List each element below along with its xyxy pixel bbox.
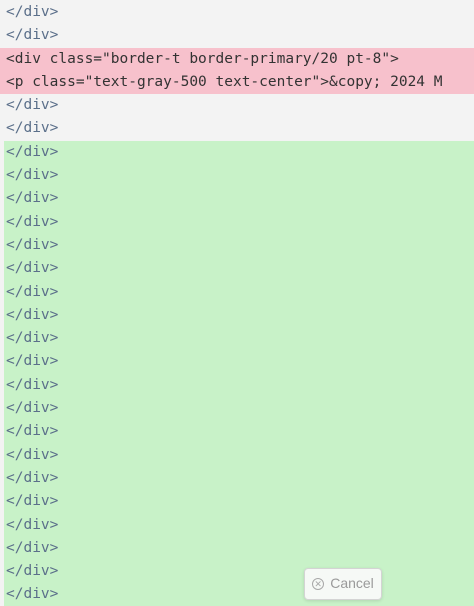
added-line: </div>	[4, 373, 474, 398]
close-circle-icon: ✕	[312, 578, 325, 590]
added-line: </div>	[4, 466, 474, 491]
context-line: </div>	[6, 4, 59, 20]
added-line: </div>	[4, 536, 474, 561]
context-line: </div>	[6, 27, 59, 44]
cancel-button[interactable]: ✕ Cancel	[304, 568, 382, 600]
added-line: </div>	[4, 280, 474, 304]
diff-view: </div> </div> <div class="border-t border-…	[0, 0, 474, 606]
context-line: </div>	[6, 120, 59, 137]
added-line: </div>	[4, 513, 474, 537]
added-line: </div>	[4, 210, 474, 234]
removed-line: <div class="border-t border-primary/20 p…	[0, 47, 474, 71]
added-line: </div>	[4, 560, 474, 584]
added-line: </div>	[4, 420, 474, 444]
added-line: </div>	[4, 397, 474, 421]
added-line: </div>	[4, 583, 474, 606]
added-line: </div>	[4, 187, 474, 211]
added-line: </div>	[4, 164, 474, 188]
cancel-label: Cancel	[330, 575, 374, 592]
code-lines: </div> </div> <div class="border-t border-…	[0, 1, 474, 606]
added-line: </div>	[4, 490, 474, 514]
added-line: </div>	[4, 350, 474, 374]
context-line: </div>	[6, 97, 59, 114]
added-line: </div>	[4, 443, 474, 467]
removed-line: <p class="text-gray-500 text-center">&co…	[0, 70, 474, 95]
added-line: </div>	[4, 233, 474, 258]
added-line: </div>	[4, 303, 474, 328]
added-line: </div>	[4, 257, 474, 281]
added-line: </div>	[4, 140, 474, 165]
added-line: </div>	[4, 327, 474, 351]
